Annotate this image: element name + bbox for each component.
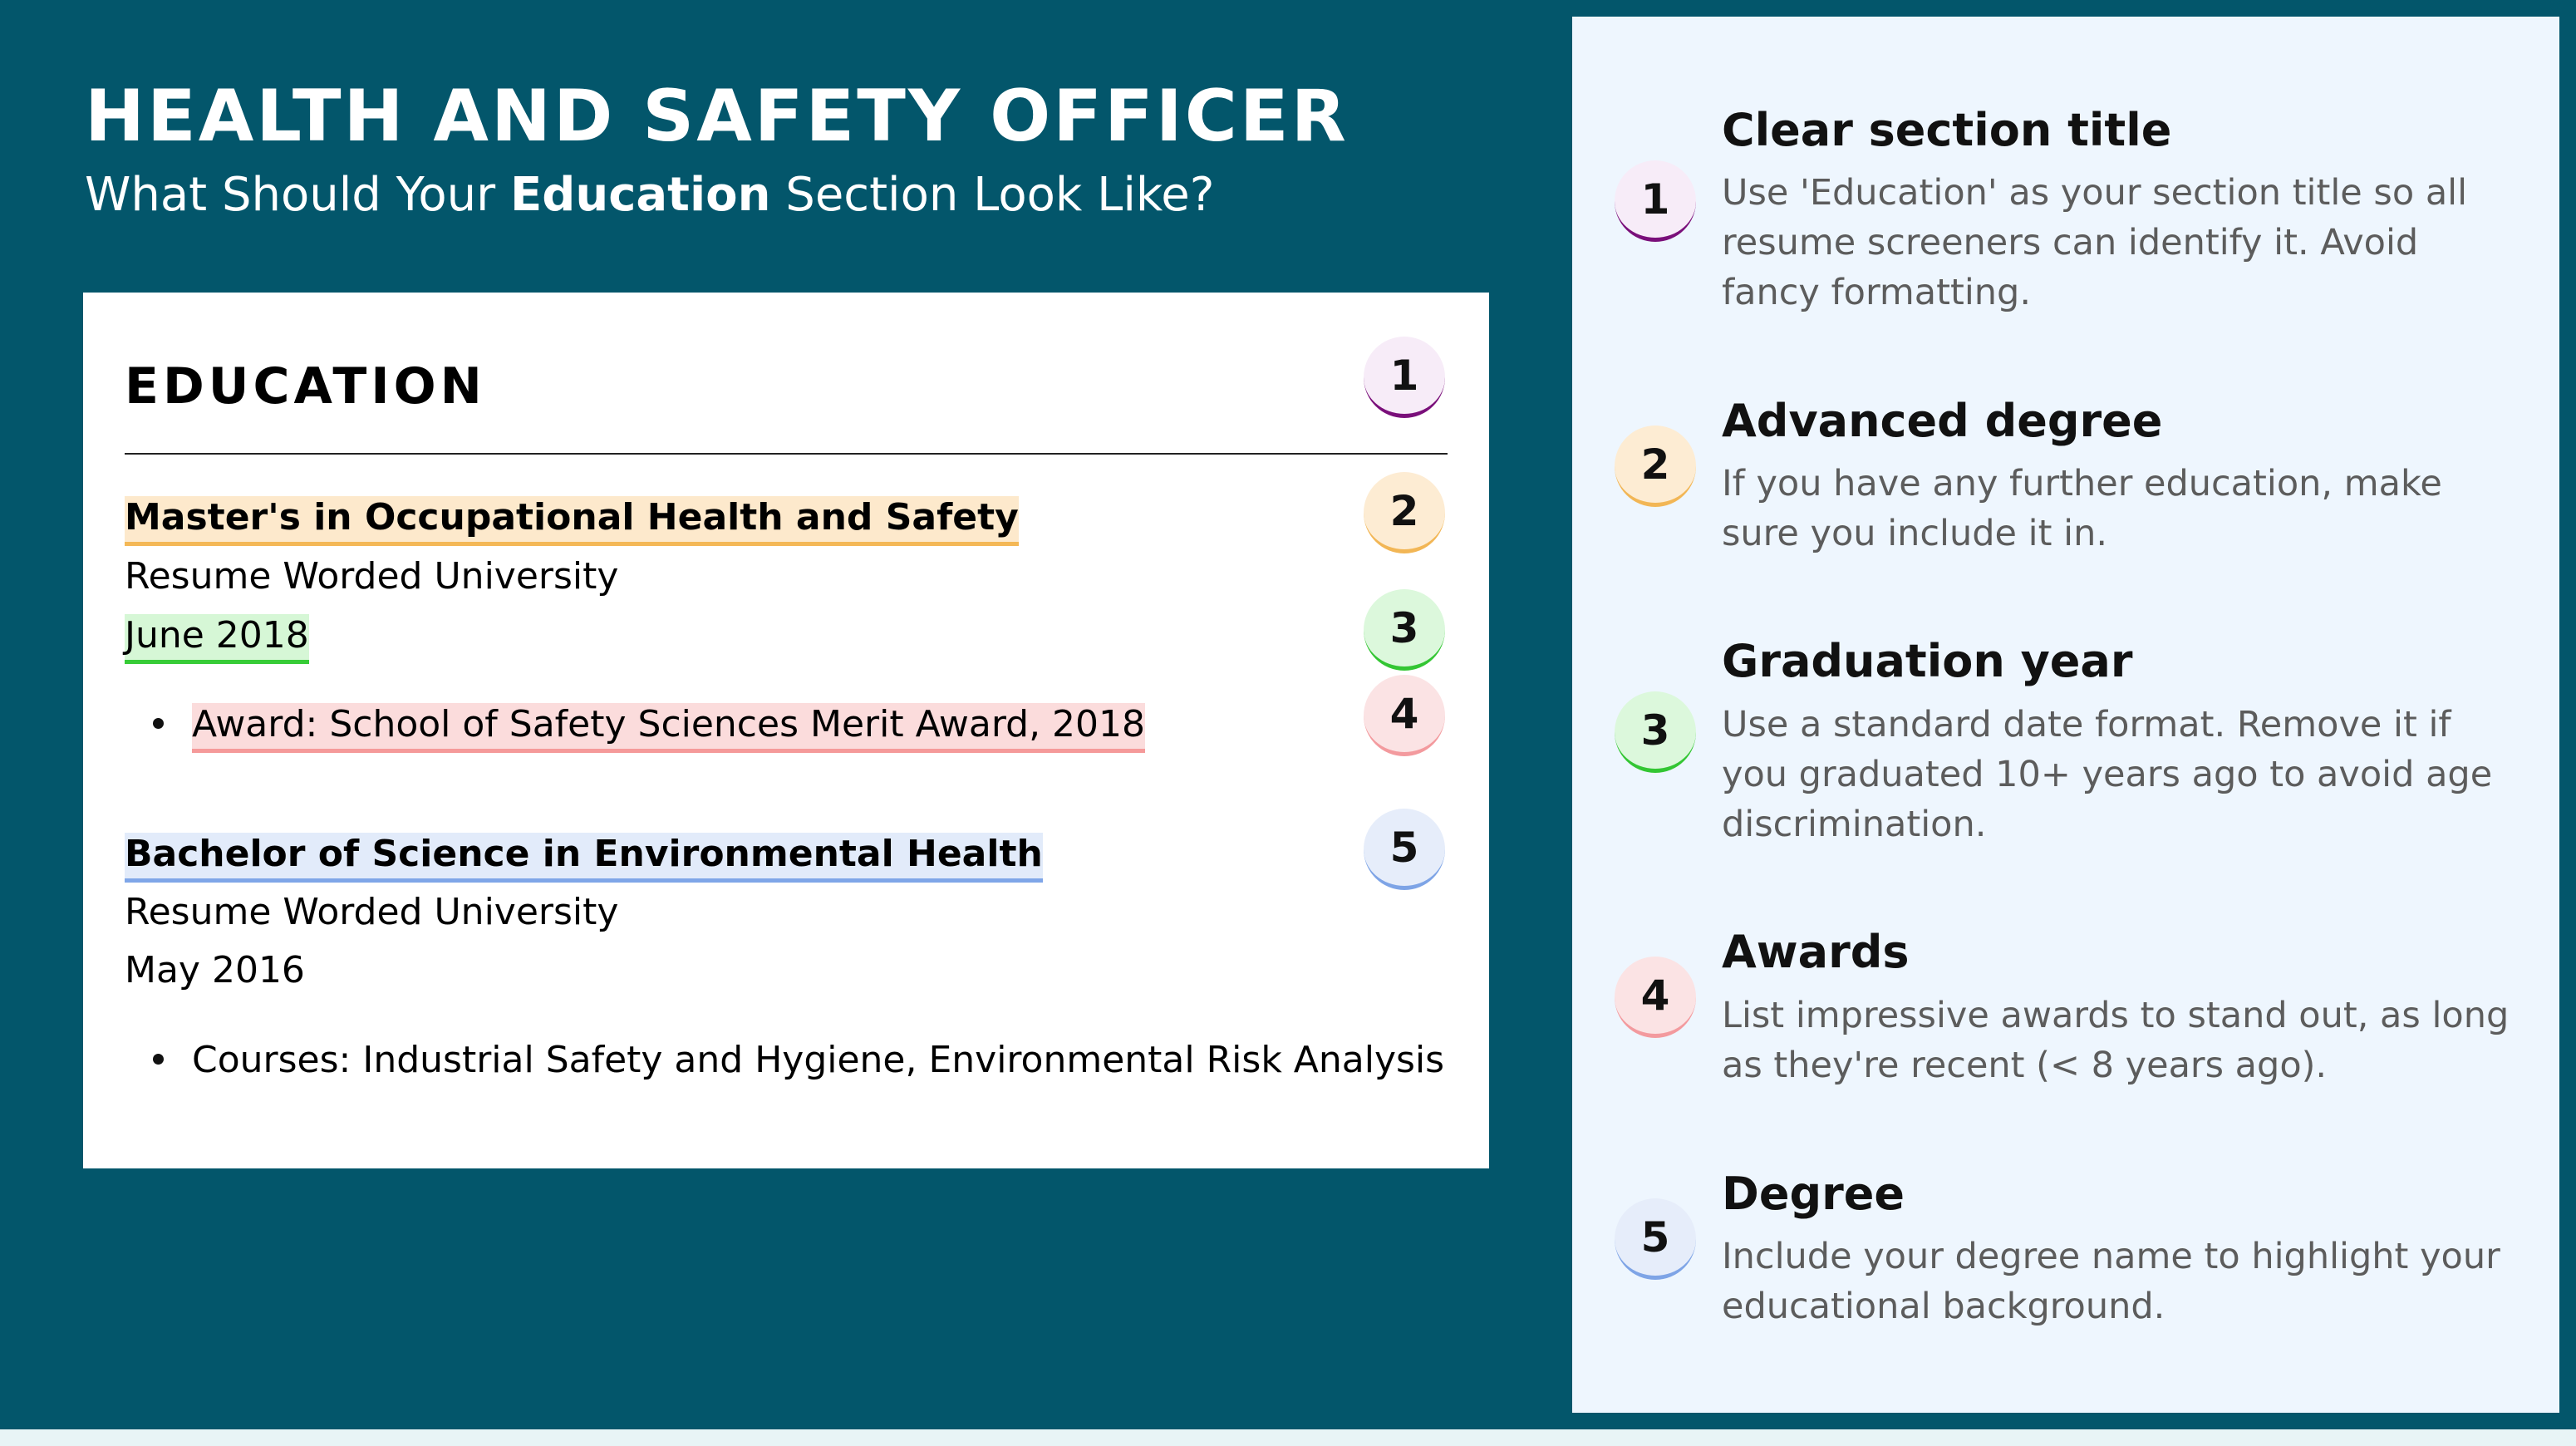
tip-4-badge: 4 [1615, 957, 1696, 1038]
page-subtitle: What Should Your Education Section Look … [85, 166, 1214, 224]
infographic-background: HEALTH AND SAFETY OFFICER What Should Yo… [0, 0, 2576, 1429]
courses-2: Courses: Industrial Safety and Hygiene, … [192, 1039, 1445, 1081]
bullet-dot-2 [153, 1054, 164, 1065]
resume-section-title: EDUCATION [125, 357, 486, 416]
tip-2-text: If you have any further education, make … [1722, 463, 2442, 554]
award-1: Award: School of Safety Sciences Merit A… [192, 700, 1146, 753]
tip-4-title: Awards [1722, 926, 1910, 978]
degree-1-text: Master's in Occupational Health and Safe… [125, 496, 1019, 546]
tip-5-badge: 5 [1615, 1198, 1696, 1280]
subtitle-prefix: What Should Your [85, 168, 510, 222]
date-2: May 2016 [125, 949, 305, 991]
tip-3-title: Graduation year [1722, 635, 2133, 687]
degree-1: Master's in Occupational Health and Safe… [125, 493, 1019, 546]
subtitle-emphasis: Education [509, 168, 771, 222]
degree-2-text: Bachelor of Science in Environmental Hea… [125, 833, 1043, 883]
badge-2: 2 [1364, 472, 1445, 553]
tip-3-badge: 3 [1615, 691, 1696, 773]
badge-3: 3 [1364, 589, 1445, 671]
tip-5-text: Include your degree name to highlight yo… [1722, 1236, 2500, 1327]
tip-2-title: Advanced degree [1722, 395, 2163, 447]
tip-5-title: Degree [1722, 1168, 1905, 1220]
award-1-text: Award: School of Safety Sciences Merit A… [192, 703, 1146, 753]
tip-1-text: Use 'Education' as your section title so… [1722, 172, 2468, 313]
badge-1: 1 [1364, 337, 1445, 418]
badge-4: 4 [1364, 675, 1445, 756]
date-1-text: June 2018 [125, 614, 309, 664]
tip-1-badge: 1 [1615, 160, 1696, 242]
tip-4-text: List impressive awards to stand out, as … [1722, 995, 2510, 1086]
date-1: June 2018 [125, 611, 309, 664]
school-1: Resume Worded University [125, 555, 619, 598]
tip-1-title: Clear section title [1722, 104, 2172, 156]
tip-2-badge: 2 [1615, 425, 1696, 507]
subtitle-suffix: Section Look Like? [770, 168, 1215, 222]
degree-2: Bachelor of Science in Environmental Hea… [125, 829, 1043, 883]
tip-3-text: Use a standard date format. Remove it if… [1722, 704, 2493, 845]
section-divider [125, 453, 1448, 455]
school-2: Resume Worded University [125, 891, 619, 933]
bullet-dot-1 [153, 718, 164, 729]
page-title: HEALTH AND SAFETY OFFICER [85, 75, 1349, 158]
badge-5: 5 [1364, 809, 1445, 890]
